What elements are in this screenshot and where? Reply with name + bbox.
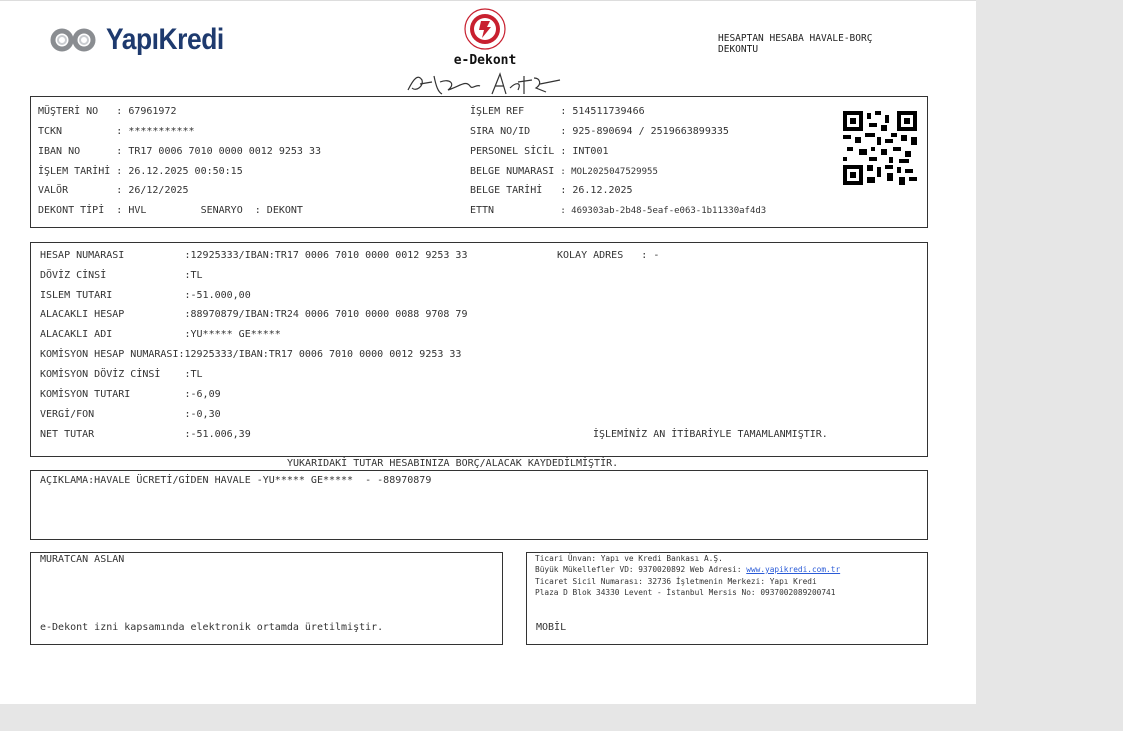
completion-note: İŞLEMİNİZ AN İTİBARİYLE TAMAMLANMIŞTIR. — [593, 429, 828, 440]
info-value: : 26/12/2025 — [116, 185, 189, 196]
registry-info: Ticaret Sicil Numarası: 32736 İşletmenin… — [535, 577, 817, 586]
customer-name: MURATCAN ASLAN — [40, 554, 125, 565]
yapikredi-logo: YapıKredi — [48, 23, 240, 57]
detail-row: HESAP NUMARASI :12925333/IBAN:TR17 0006 … — [40, 250, 467, 262]
detail-value: :-0,30 — [184, 409, 221, 420]
info-value: : 925-890694 / 2519663899335 — [560, 126, 729, 137]
detail-value: :YU***** GE***** — [184, 329, 281, 340]
tax-info-text: Büyük Mükellefler VD: 9370020892 Web Adr… — [535, 565, 747, 574]
info-label: İŞLEM TARİHİ — [38, 166, 111, 177]
info-row: DEKONT TİPİ : HVL SENARYO : DEKONT — [38, 205, 303, 217]
info-row: İŞLEM TARİHİ : 26.12.2025 00:50:15 — [38, 166, 243, 178]
info-value: : 26.12.2025 — [560, 185, 633, 196]
info-row: IBAN NO : TR17 0006 7010 0000 0012 9253 … — [38, 146, 321, 158]
detail-row: VERGİ/FON :-0,30 — [40, 409, 221, 421]
info-label: ETTN — [470, 205, 555, 216]
info-value: : 67961972 — [116, 106, 177, 117]
detail-label: ISLEM TUTARI — [40, 290, 185, 301]
bank-name: YapıKredi — [106, 23, 224, 56]
info-value: : HVL SENARYO : DEKONT — [116, 205, 303, 216]
document-title: HESAPTAN HESABA HAVALE-BORÇ DEKONTU — [718, 33, 873, 55]
detail-value: :-51.006,39 — [184, 429, 251, 440]
channel-label: MOBİL — [536, 622, 567, 633]
info-label: IBAN NO — [38, 146, 111, 157]
info-row: VALÖR : 26/12/2025 — [38, 185, 189, 197]
info-label: BELGE TARİHİ — [470, 185, 555, 196]
website-link[interactable]: www.yapikredi.com.tr — [746, 565, 840, 574]
info-label: DEKONT TİPİ — [38, 205, 111, 216]
electronic-note: e-Dekont izni kapsamında elektronik orta… — [40, 622, 384, 633]
info-label: MÜŞTERİ NO — [38, 106, 111, 117]
detail-label: ALACAKLI HESAP — [40, 309, 185, 320]
detail-row: KOMİSYON TUTARI :-6,09 — [40, 389, 221, 401]
info-row: PERSONEL SİCİL : INT001 — [470, 146, 609, 158]
info-value: : MOL2025047529955 — [560, 167, 658, 177]
detail-row: DÖVİZ CİNSİ :TL — [40, 270, 203, 282]
detail-row: ALACAKLI HESAP :88970879/IBAN:TR24 0006 … — [40, 309, 467, 321]
balance-notice: YUKARIDAKİ TUTAR HESABINIZA BORÇ/ALACAK … — [287, 458, 619, 469]
info-value: : INT001 — [560, 146, 609, 157]
detail-value: :12925333/IBAN:TR17 0006 7010 0000 0012 … — [178, 349, 462, 360]
detail-value: :TL — [184, 369, 203, 380]
detail-row: KOMİSYON HESAP NUMARASI:12925333/IBAN:TR… — [40, 349, 461, 361]
detail-label: KOMİSYON TUTARI — [40, 389, 185, 400]
detail-label: VERGİ/FON — [40, 409, 185, 420]
info-label: PERSONEL SİCİL — [470, 146, 555, 157]
info-label: İŞLEM REF — [470, 106, 555, 117]
info-row: BELGE TARİHİ : 26.12.2025 — [470, 185, 633, 197]
detail-label: NET TUTAR — [40, 429, 185, 440]
detail-label: HESAP NUMARASI — [40, 250, 185, 261]
detail-value: :88970879/IBAN:TR24 0006 7010 0000 0088 … — [184, 309, 468, 320]
trade-name: Ticari Ünvan: Yapı ve Kredi Bankası A.Ş. — [535, 554, 723, 563]
info-label: VALÖR — [38, 185, 111, 196]
info-label: BELGE NUMARASI — [470, 166, 555, 177]
info-value: : 514511739466 — [560, 106, 645, 117]
header-center: e-Dekont — [395, 7, 575, 98]
detail-value: :12925333/IBAN:TR17 0006 7010 0000 0012 … — [184, 250, 468, 261]
description-text: AÇIKLAMA:HAVALE ÜCRETİ/GİDEN HAVALE -YU*… — [40, 475, 432, 486]
detail-value: :-51.000,00 — [184, 290, 251, 301]
info-value: : 26.12.2025 00:50:15 — [116, 166, 243, 177]
detail-row: KOMİSYON DÖVİZ CİNSİ :TL — [40, 369, 203, 381]
info-value: : TR17 0006 7010 0000 0012 9253 33 — [116, 146, 321, 157]
detail-value: :TL — [184, 270, 203, 281]
receipt-page: YapıKredi e-Dekont HESAPTAN HESABA HAVAL… — [0, 0, 976, 704]
address-info: Plaza D Blok 34330 Levent - İstanbul Mer… — [535, 588, 836, 597]
info-row: BELGE NUMARASI : MOL2025047529955 — [470, 166, 658, 178]
yapikredi-logo-icon — [50, 28, 96, 52]
detail-label: ALACAKLI ADI — [40, 329, 185, 340]
edekont-title: e-Dekont — [453, 53, 517, 68]
info-label: SIRA NO/ID — [470, 126, 555, 137]
detail-row: ALACAKLI ADI :YU***** GE***** — [40, 329, 281, 341]
kolay-adres: KOLAY ADRES : - — [557, 250, 660, 261]
qr-code-icon — [843, 111, 917, 185]
detail-label: DÖVİZ CİNSİ — [40, 270, 185, 281]
bank-seal-icon — [464, 8, 506, 50]
info-row: TCKN : *********** — [38, 126, 195, 138]
detail-label: KOMİSYON DÖVİZ CİNSİ — [40, 369, 185, 380]
signature-icon — [407, 72, 561, 95]
info-row: İŞLEM REF : 514511739466 — [470, 106, 645, 118]
info-value: : *********** — [116, 126, 195, 137]
detail-row: NET TUTAR :-51.006,39 — [40, 429, 251, 441]
tax-info: Büyük Mükellefler VD: 9370020892 Web Adr… — [535, 565, 840, 575]
detail-label: KOMİSYON HESAP NUMARASI — [40, 349, 179, 360]
info-row: MÜŞTERİ NO : 67961972 — [38, 106, 177, 118]
detail-value: :-6,09 — [184, 389, 221, 400]
info-row: ETTN : 469303ab-2b48-5eaf-e063-1b11330af… — [470, 205, 766, 217]
info-row: SIRA NO/ID : 925-890694 / 2519663899335 — [470, 126, 729, 138]
detail-row: ISLEM TUTARI :-51.000,00 — [40, 290, 251, 302]
info-value: : 469303ab-2b48-5eaf-e063-1b11330af4d3 — [560, 206, 767, 216]
info-label: TCKN — [38, 126, 111, 137]
